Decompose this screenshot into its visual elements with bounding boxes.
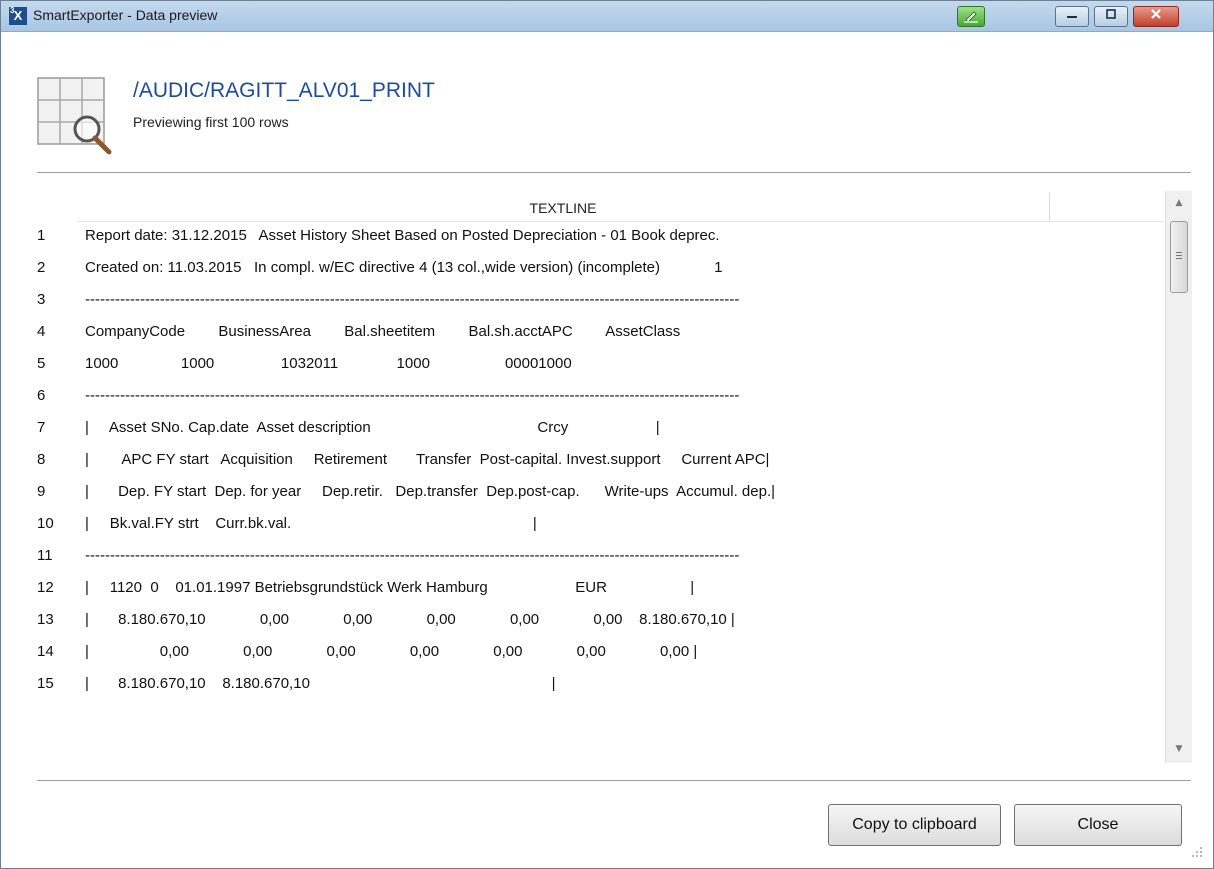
row-number: 2	[37, 259, 46, 276]
row-number: 6	[37, 387, 46, 404]
resize-grip-icon[interactable]	[1185, 842, 1207, 864]
row-textline: | Asset SNo. Cap.date Asset description …	[85, 419, 660, 436]
table-row[interactable]: 6 ---------------------------------------…	[37, 381, 1165, 413]
table-row[interactable]: 12 | 1120 0 01.01.1997 Betriebsgrundstück…	[37, 573, 1165, 605]
copy-to-clipboard-button[interactable]: Copy to clipboard	[828, 804, 1001, 846]
maximize-icon	[1104, 9, 1118, 23]
row-textline: Created on: 11.03.2015 In compl. w/EC di…	[85, 259, 723, 276]
header-divider	[37, 172, 1191, 173]
grip-line	[1176, 255, 1182, 256]
row-number: 11	[37, 547, 53, 564]
row-textline: ----------------------------------------…	[85, 547, 740, 564]
scroll-thumb[interactable]	[1170, 221, 1188, 293]
row-number: 7	[37, 419, 46, 436]
grip-line	[1176, 252, 1182, 253]
row-textline: | 8.180.670,10 0,00 0,00 0,00 0,00 0,00 …	[85, 611, 735, 628]
column-header-textline[interactable]: TEXTLINE	[77, 193, 1050, 222]
row-textline: CompanyCode BusinessArea Bal.sheetitem B…	[85, 323, 681, 340]
close-button[interactable]: Close	[1014, 804, 1182, 846]
window-title: SmartExporter - Data preview	[33, 7, 218, 23]
footer-divider	[37, 780, 1191, 781]
table-row[interactable]: 1 Report date: 31.12.2015 Asset History S…	[37, 221, 1165, 253]
table-row[interactable]: 13 | 8.180.670,10 0,00 0,00 0,00 0,00 0,0…	[37, 605, 1165, 637]
row-textline: | 1120 0 01.01.1997 Betriebsgrundstück W…	[85, 579, 695, 596]
table-row[interactable]: 4 CompanyCode BusinessArea Bal.sheetitem …	[37, 317, 1165, 349]
data-preview-grid[interactable]: TEXTLINE 1 Report date: 31.12.2015 Asset …	[37, 191, 1165, 763]
row-number: 10	[37, 515, 54, 532]
table-row[interactable]: 8 | APC FY start Acquisition Retirement T…	[37, 445, 1165, 477]
scroll-down-arrow-icon[interactable]: ▼	[1166, 739, 1192, 759]
close-window-button[interactable]	[1133, 6, 1179, 27]
column-header-filler	[1050, 193, 1164, 222]
maximize-button[interactable]	[1094, 6, 1128, 27]
grid-rows: 1 Report date: 31.12.2015 Asset History S…	[37, 221, 1165, 701]
row-textline: | 0,00 0,00 0,00 0,00 0,00 0,00 0,00 |	[85, 643, 698, 660]
row-number: 12	[37, 579, 54, 596]
row-textline: ----------------------------------------…	[85, 291, 740, 308]
minimize-button[interactable]	[1055, 6, 1089, 27]
table-row[interactable]: 11 --------------------------------------…	[37, 541, 1165, 573]
table-search-icon	[37, 77, 117, 157]
pen-edit-icon[interactable]	[957, 6, 985, 27]
table-row[interactable]: 9 | Dep. FY start Dep. for year Dep.retir…	[37, 477, 1165, 509]
table-row[interactable]: 5 1000 1000 1032011 1000 00001000	[37, 349, 1165, 381]
minimize-icon	[1065, 9, 1079, 23]
row-number: 9	[37, 483, 46, 500]
data-preview-window: 3X SmartExporter - Data preview /AUDIC/R…	[0, 0, 1214, 869]
vertical-scrollbar[interactable]: ▲ ▼	[1165, 191, 1192, 763]
row-textline: 1000 1000 1032011 1000 00001000	[85, 355, 572, 372]
table-row[interactable]: 10 | Bk.val.FY strt Curr.bk.val. |	[37, 509, 1165, 541]
row-number: 14	[37, 643, 54, 660]
row-number: 3	[37, 291, 46, 308]
row-textline: Report date: 31.12.2015 Asset History Sh…	[85, 227, 720, 244]
grip-line	[1176, 258, 1182, 259]
row-number: 15	[37, 675, 54, 692]
table-row[interactable]: 7 | Asset SNo. Cap.date Asset description…	[37, 413, 1165, 445]
row-textline: | Dep. FY start Dep. for year Dep.retir.…	[85, 483, 776, 500]
scroll-up-arrow-icon[interactable]: ▲	[1166, 193, 1192, 213]
smartexporter-app-icon: 3X	[9, 6, 27, 25]
row-number: 4	[37, 323, 46, 340]
preview-subtitle: Previewing first 100 rows	[133, 114, 289, 130]
table-row[interactable]: 15 | 8.180.670,10 8.180.670,10 |	[37, 669, 1165, 701]
row-textline: ----------------------------------------…	[85, 387, 740, 404]
title-bar[interactable]: 3X SmartExporter - Data preview	[1, 1, 1213, 32]
close-icon	[1149, 9, 1163, 23]
row-textline: | APC FY start Acquisition Retirement Tr…	[85, 451, 770, 468]
row-textline: | 8.180.670,10 8.180.670,10 |	[85, 675, 556, 692]
table-row[interactable]: 2 Created on: 11.03.2015 In compl. w/EC d…	[37, 253, 1165, 285]
report-name: /AUDIC/RAGITT_ALV01_PRINT	[133, 79, 435, 102]
row-textline: | Bk.val.FY strt Curr.bk.val. |	[85, 515, 537, 532]
row-number: 1	[37, 227, 46, 244]
row-number: 8	[37, 451, 46, 468]
row-number: 5	[37, 355, 46, 372]
table-row[interactable]: 14 | 0,00 0,00 0,00 0,00 0,00 0,00 0,00 |	[37, 637, 1165, 669]
table-row[interactable]: 3 ---------------------------------------…	[37, 285, 1165, 317]
row-number: 13	[37, 611, 54, 628]
